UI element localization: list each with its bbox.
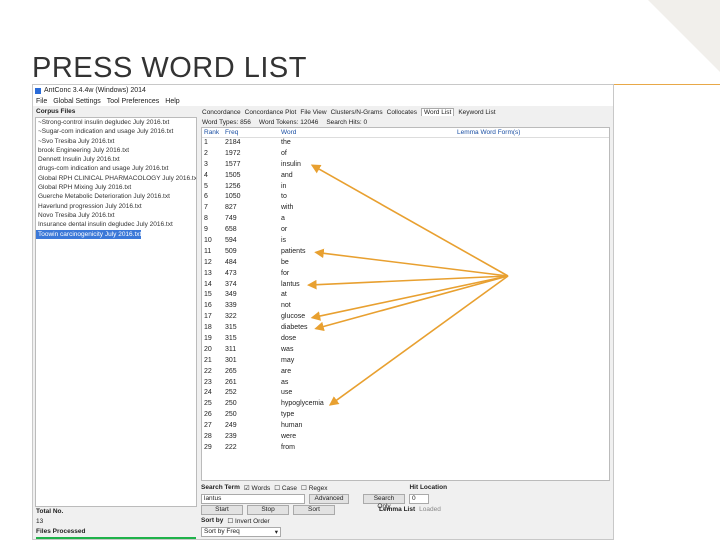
annotation-arrows: [307, 164, 509, 406]
annotation-arrow: [314, 248, 509, 277]
annotation-arrow: [310, 164, 509, 277]
